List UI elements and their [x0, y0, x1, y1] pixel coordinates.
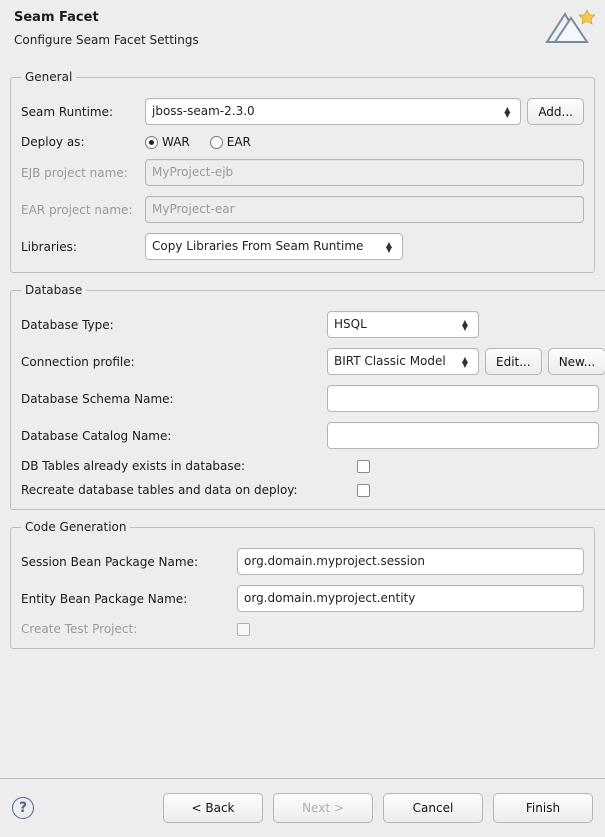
db-type-value: HSQL — [334, 312, 367, 337]
ear-project-label: EAR project name: — [21, 203, 139, 217]
recreate-checkbox[interactable] — [357, 484, 370, 497]
session-pkg-label: Session Bean Package Name: — [21, 555, 231, 569]
entity-pkg-label: Entity Bean Package Name: — [21, 592, 231, 606]
schema-field[interactable] — [327, 385, 599, 412]
add-runtime-button[interactable]: Add... — [527, 98, 584, 125]
spinner-icon: ▲▼ — [500, 107, 514, 117]
radio-icon — [145, 136, 158, 149]
seam-runtime-value: jboss-seam-2.3.0 — [152, 99, 255, 124]
dialog-header: Seam Facet Configure Seam Facet Settings — [0, 0, 605, 56]
next-button: Next > — [273, 793, 373, 823]
create-test-checkbox — [237, 623, 250, 636]
wizard-footer: ? < Back Next > Cancel Finish — [0, 778, 605, 837]
catalog-field[interactable] — [327, 422, 599, 449]
ear-project-field: MyProject-ear — [145, 196, 584, 223]
code-gen-legend: Code Generation — [21, 520, 130, 534]
seam-runtime-select[interactable]: jboss-seam-2.3.0 ▲▼ — [145, 98, 521, 125]
spinner-icon: ▲▼ — [458, 357, 472, 367]
conn-profile-value: BIRT Classic Models — [334, 349, 446, 374]
page-title: Seam Facet — [14, 10, 591, 25]
schema-label: Database Schema Name: — [21, 392, 321, 406]
cancel-button[interactable]: Cancel — [383, 793, 483, 823]
libraries-value: Copy Libraries From Seam Runtime — [152, 234, 363, 259]
recreate-label: Recreate database tables and data on dep… — [21, 483, 351, 497]
ejb-project-field: MyProject-ejb — [145, 159, 584, 186]
session-pkg-field[interactable]: org.domain.myproject.session — [237, 548, 584, 575]
war-label: WAR — [162, 135, 190, 149]
conn-profile-select[interactable]: BIRT Classic Models ▲▼ — [327, 348, 479, 375]
tables-exist-label: DB Tables already exists in database: — [21, 459, 351, 473]
tables-exist-checkbox[interactable] — [357, 460, 370, 473]
libraries-select[interactable]: Copy Libraries From Seam Runtime ▲▼ — [145, 233, 403, 260]
radio-icon — [210, 136, 223, 149]
catalog-label: Database Catalog Name: — [21, 429, 321, 443]
general-legend: General — [21, 70, 76, 84]
entity-pkg-field[interactable]: org.domain.myproject.entity — [237, 585, 584, 612]
create-test-label: Create Test Project: — [21, 622, 231, 636]
finish-button[interactable]: Finish — [493, 793, 593, 823]
code-gen-group: Code Generation Session Bean Package Nam… — [10, 520, 595, 649]
db-type-select[interactable]: HSQL ▲▼ — [327, 311, 479, 338]
db-type-label: Database Type: — [21, 318, 321, 332]
deploy-as-label: Deploy as: — [21, 135, 139, 149]
deploy-as-ear-radio[interactable]: EAR — [210, 135, 251, 149]
ejb-project-label: EJB project name: — [21, 166, 139, 180]
spinner-icon: ▲▼ — [382, 242, 396, 252]
seam-runtime-label: Seam Runtime: — [21, 105, 139, 119]
database-legend: Database — [21, 283, 86, 297]
spinner-icon: ▲▼ — [458, 320, 472, 330]
ear-label: EAR — [227, 135, 251, 149]
help-icon[interactable]: ? — [12, 797, 34, 819]
deploy-as-war-radio[interactable]: WAR — [145, 135, 190, 149]
database-group: Database Database Type: HSQL ▲▼ Connecti… — [10, 283, 605, 510]
libraries-label: Libraries: — [21, 240, 139, 254]
new-connection-button[interactable]: New... — [548, 348, 605, 375]
back-button[interactable]: < Back — [163, 793, 263, 823]
seam-banner-icon — [541, 6, 595, 53]
general-group: General Seam Runtime: jboss-seam-2.3.0 ▲… — [10, 70, 595, 273]
edit-connection-button[interactable]: Edit... — [485, 348, 542, 375]
conn-profile-label: Connection profile: — [21, 355, 321, 369]
page-subtitle: Configure Seam Facet Settings — [14, 33, 591, 47]
